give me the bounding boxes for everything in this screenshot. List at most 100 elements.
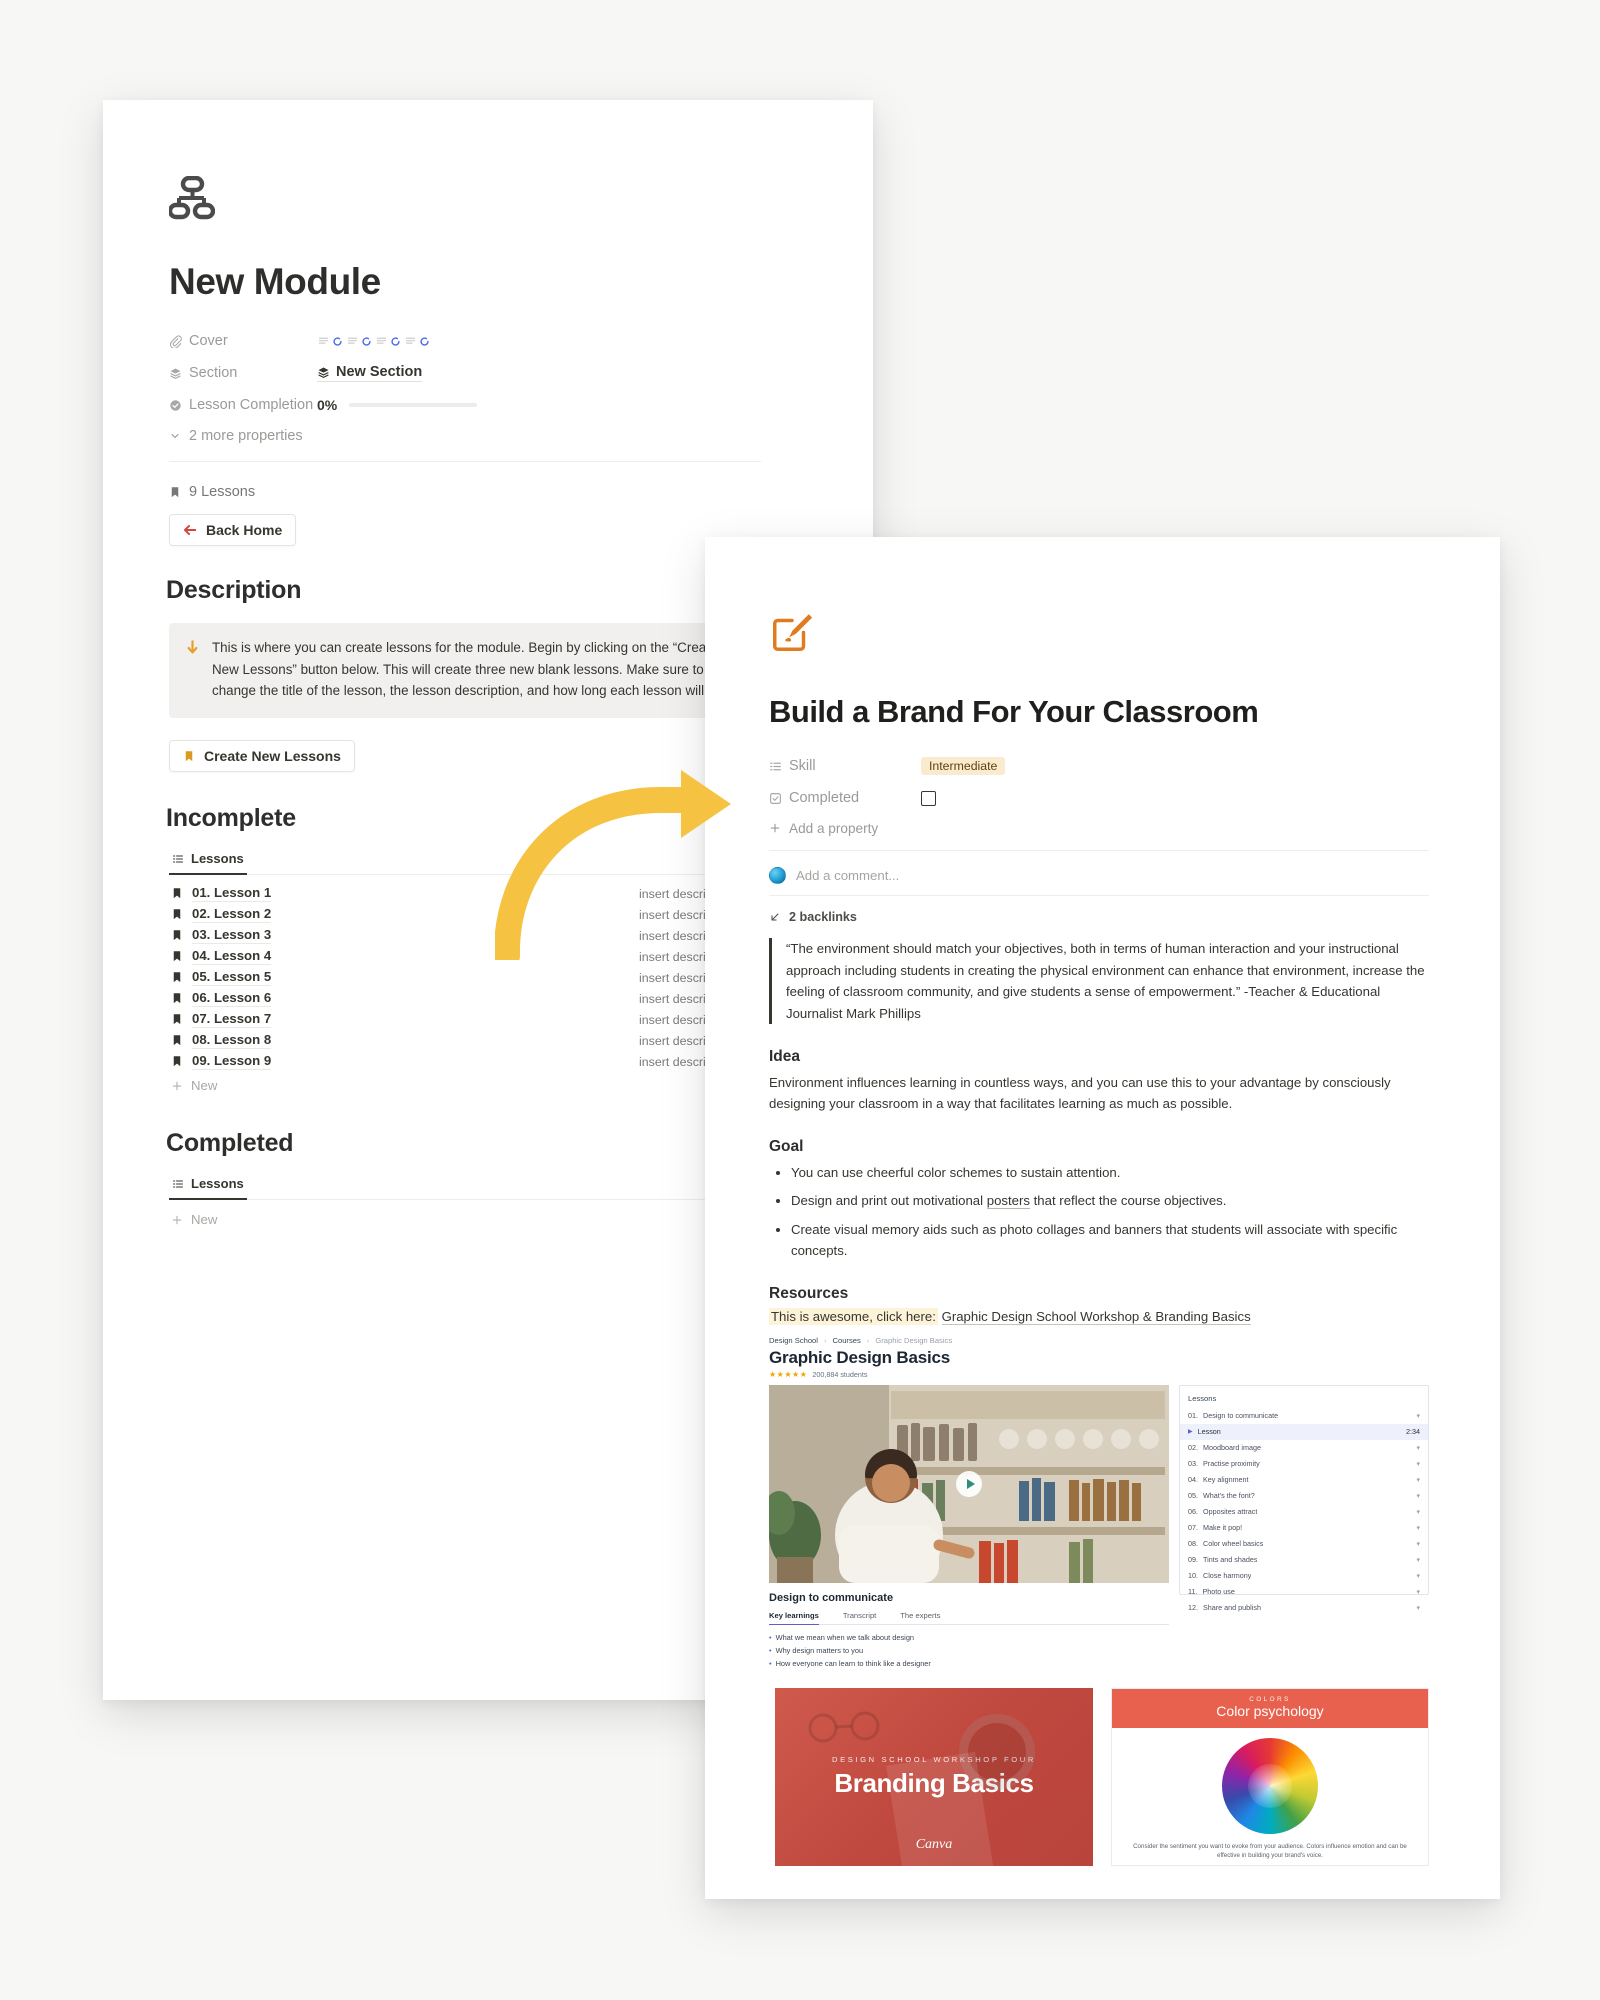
cover-thumb[interactable] [317, 335, 343, 348]
property-row-cover[interactable]: Cover [169, 325, 815, 357]
lesson-name: Make it pop! [1203, 1523, 1243, 1533]
lesson-name: Close harmony [1203, 1571, 1252, 1581]
lesson-number: 10. [1188, 1571, 1198, 1581]
lesson-number: 02. [1188, 1443, 1198, 1453]
tab-the-experts[interactable]: The experts [900, 1611, 940, 1620]
section-relation-chip[interactable]: New Section [317, 364, 423, 382]
lesson-name-cell[interactable]: 06. Lesson 6 [171, 990, 272, 1008]
lesson-name-cell[interactable]: 02. Lesson 2 [171, 906, 272, 924]
chevron-down-icon[interactable]: ▾ [1416, 1492, 1420, 1500]
list-item[interactable]: 09. Tints and shades ▾ [1180, 1552, 1428, 1568]
lesson-name-cell[interactable]: 07. Lesson 7 [171, 1011, 272, 1029]
more-properties-toggle[interactable]: 2 more properties [169, 421, 815, 451]
skill-tag[interactable]: Intermediate [921, 757, 1006, 775]
add-property-button[interactable]: Add a property [769, 814, 1442, 842]
property-row-completed[interactable]: Completed [769, 782, 1442, 814]
lesson-duration: 2:34 [1406, 1427, 1420, 1437]
cover-thumb[interactable] [375, 335, 401, 348]
posters-link[interactable]: posters [986, 1193, 1030, 1210]
list-item: Design and print out motivational poster… [791, 1190, 1431, 1211]
org-chart-icon[interactable] [167, 175, 815, 225]
list-item: You can use cheerful color schemes to su… [791, 1162, 1431, 1183]
chevron-down-icon[interactable]: ▾ [1416, 1444, 1420, 1452]
list-item[interactable]: 08. Color wheel basics ▾ [1180, 1536, 1428, 1552]
property-row-lesson-completion[interactable]: Lesson Completion 0% [169, 389, 815, 421]
play-icon: ▶ [1188, 1429, 1193, 1436]
property-row-skill[interactable]: Skill Intermediate [769, 750, 1442, 782]
lesson-name-cell[interactable]: 03. Lesson 3 [171, 927, 272, 945]
tab-lessons-completed[interactable]: Lessons [169, 1170, 247, 1201]
lesson-name-cell[interactable]: 05. Lesson 5 [171, 969, 272, 987]
resources-heading: Resources [769, 1284, 849, 1302]
canva-embed[interactable]: Design School › Courses › Graphic Design… [769, 1336, 1431, 1866]
cover-thumb[interactable] [404, 335, 430, 348]
list-item[interactable]: 05. What's the font? ▾ [1180, 1488, 1428, 1504]
resource-link[interactable]: Graphic Design School Workshop & Brandin… [941, 1308, 1251, 1325]
lesson-page-card: Build a Brand For Your Classroom Skill I… [705, 537, 1500, 1899]
chevron-down-icon[interactable]: ▾ [1416, 1476, 1420, 1484]
tab-key-learnings[interactable]: Key learnings [769, 1611, 819, 1625]
list-item[interactable]: 07. Make it pop! ▾ [1180, 1520, 1428, 1536]
list-item[interactable]: 01. Design to communicate ▾ [1180, 1408, 1428, 1424]
callout-text: This is where you can create lessons for… [212, 640, 737, 699]
list-item[interactable]: 12. Share and publish ▾ [1180, 1600, 1428, 1616]
property-row-section[interactable]: Section New Section [169, 357, 815, 389]
tab-lessons[interactable]: Lessons [169, 845, 247, 876]
lesson-name: Lesson [1197, 1427, 1221, 1437]
video-title: Design to communicate [769, 1591, 894, 1604]
chevron-down-icon[interactable]: ▾ [1416, 1412, 1420, 1420]
breadcrumb-item[interactable]: Courses [833, 1336, 861, 1345]
back-home-button[interactable]: Back Home [169, 514, 297, 546]
embed-lessons-panel: Lessons 01. Design to communicate ▾ ▶ Lesson… [1179, 1384, 1429, 1612]
list-item[interactable]: 10. Close harmony ▾ [1180, 1568, 1428, 1584]
list-item[interactable]: 02. Moodboard image ▾ [1180, 1440, 1428, 1456]
lesson-completion-property-label: Lesson Completion [169, 397, 317, 413]
paint-edit-icon[interactable] [769, 609, 1442, 660]
cover-thumb[interactable] [346, 335, 372, 348]
chevron-down-icon[interactable]: ▾ [1416, 1508, 1420, 1516]
lesson-title-text: 03. Lesson 3 [192, 927, 272, 945]
lesson-count-rollup: 9 Lessons [169, 484, 815, 500]
branding-basics-card[interactable]: DESIGN SCHOOL WORKSHOP FOUR Branding Bas… [775, 1687, 1093, 1866]
list-item[interactable]: 03. Practise proximity ▾ [1180, 1456, 1428, 1472]
backlinks-toggle[interactable]: 2 backlinks [769, 910, 1442, 924]
chevron-down-icon [171, 433, 179, 439]
chevron-down-icon[interactable]: ▾ [1416, 1540, 1420, 1548]
list-item[interactable]: ▶ Lesson 2:34 [1180, 1423, 1428, 1440]
lesson-number: 12. [1188, 1603, 1198, 1613]
completed-view-tabs: Lessons [169, 1170, 761, 1201]
bookmark-icon [173, 972, 181, 983]
list-item[interactable]: 11. Photo use ▾ [1180, 1584, 1428, 1600]
chevron-down-icon[interactable]: ▾ [1416, 1524, 1420, 1532]
tab-transcript[interactable]: Transcript [843, 1611, 876, 1620]
completed-checkbox[interactable] [921, 790, 936, 806]
lesson-name-cell[interactable]: 09. Lesson 9 [171, 1053, 272, 1071]
list-item[interactable]: 04. Key alignment ▾ [1180, 1472, 1428, 1488]
chevron-down-icon[interactable]: ▾ [1416, 1556, 1420, 1564]
bookmark-icon [185, 750, 193, 761]
add-comment-row[interactable]: Add a comment... [769, 863, 1442, 887]
idea-heading: Idea [769, 1048, 801, 1066]
create-new-lessons-button[interactable]: Create New Lessons [169, 740, 355, 773]
cover-property-label: Cover [169, 333, 317, 349]
chevron-down-icon[interactable]: ▾ [1416, 1460, 1420, 1468]
lesson-title-text: 06. Lesson 6 [192, 990, 272, 1008]
list-item: • What we mean when we talk about design [769, 1633, 1169, 1642]
breadcrumb-item[interactable]: Design School [769, 1336, 818, 1345]
lesson-name-cell[interactable]: 08. Lesson 8 [171, 1032, 272, 1050]
lesson-number: 08. [1188, 1539, 1198, 1549]
bookmark-icon [173, 993, 181, 1004]
color-psychology-card[interactable]: COLORS Color psychology Consider the sen… [1111, 1687, 1429, 1866]
play-button[interactable] [956, 1470, 982, 1497]
chevron-down-icon[interactable]: ▾ [1416, 1572, 1420, 1580]
divider [769, 850, 1429, 851]
comment-placeholder[interactable]: Add a comment... [796, 868, 899, 883]
video-thumbnail[interactable] [769, 1384, 1169, 1583]
lesson-name-cell[interactable]: 04. Lesson 4 [171, 948, 272, 966]
lesson-title-text: 08. Lesson 8 [192, 1032, 272, 1050]
chevron-down-icon[interactable]: ▾ [1416, 1588, 1420, 1596]
chevron-down-icon[interactable]: ▾ [1416, 1604, 1420, 1612]
cover-thumbnail-list[interactable] [317, 335, 430, 348]
list-item[interactable]: 06. Opposites attract ▾ [1180, 1504, 1428, 1520]
lesson-name-cell[interactable]: 01. Lesson 1 [171, 885, 272, 903]
